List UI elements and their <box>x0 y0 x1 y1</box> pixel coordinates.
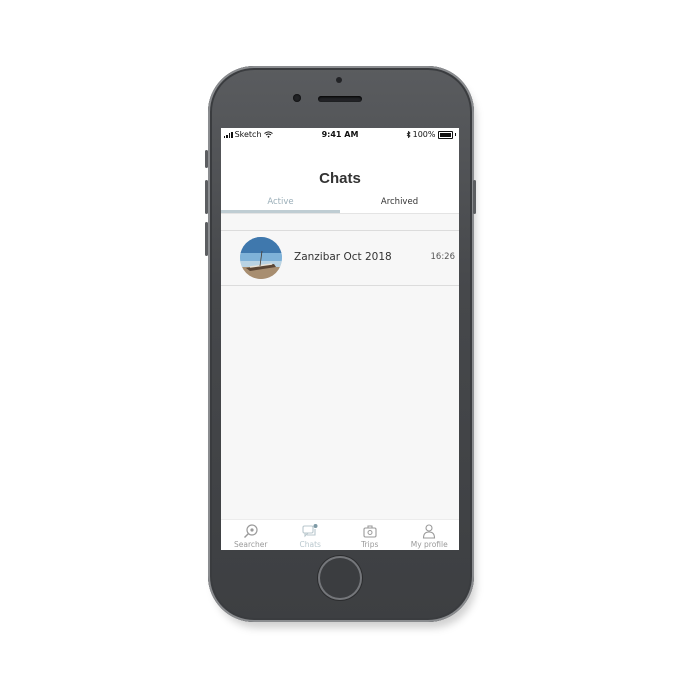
earpiece <box>318 96 362 102</box>
chat-name: Zanzibar Oct 2018 <box>294 251 392 263</box>
bluetooth-icon <box>406 131 411 138</box>
nav-item-chats[interactable]: Chats <box>281 520 341 550</box>
suitcase-icon <box>363 525 377 538</box>
front-camera <box>293 94 301 102</box>
search-pin-icon <box>243 524 258 538</box>
side-button-volume-up <box>205 180 208 214</box>
status-right: 100% <box>406 130 456 139</box>
user-icon <box>423 524 436 539</box>
battery-percent: 100% <box>412 130 436 139</box>
nav-item-searcher[interactable]: Searcher <box>221 520 281 550</box>
side-button-power <box>473 180 476 214</box>
nav-label-my-profile: My profile <box>410 540 448 549</box>
beach-boat-photo <box>240 237 282 279</box>
tab-active[interactable]: Active <box>221 197 340 207</box>
side-button-volume-down <box>205 222 208 256</box>
nav-label-chats: Chats <box>299 540 321 549</box>
phone-screen: Sketch 9:41 AM 100% Chats Active Archive… <box>221 128 459 550</box>
status-bar: Sketch 9:41 AM 100% <box>221 128 459 142</box>
header-divider <box>221 213 459 214</box>
page-title: Chats <box>319 170 361 187</box>
tab-archived[interactable]: Archived <box>340 197 459 207</box>
chat-bubbles-icon <box>302 524 318 538</box>
battery-cap <box>454 133 456 136</box>
side-button-silent <box>205 150 208 168</box>
chat-time: 16:26 <box>430 252 456 262</box>
nav-item-my-profile[interactable]: My profile <box>400 520 460 550</box>
nav-label-searcher: Searcher <box>234 540 268 549</box>
nav-label-trips: Trips <box>361 540 379 549</box>
battery-icon <box>437 130 453 139</box>
chat-avatar <box>240 237 282 279</box>
chats-header: Chats Active Archived <box>221 142 459 214</box>
home-button[interactable] <box>318 556 362 600</box>
nav-item-trips[interactable]: Trips <box>340 520 400 550</box>
bottom-nav: Searcher Chats Trips My profile <box>221 519 459 550</box>
proximity-sensor <box>336 77 342 83</box>
chat-list-item[interactable]: Zanzibar Oct 2018 16:26 <box>221 230 459 286</box>
